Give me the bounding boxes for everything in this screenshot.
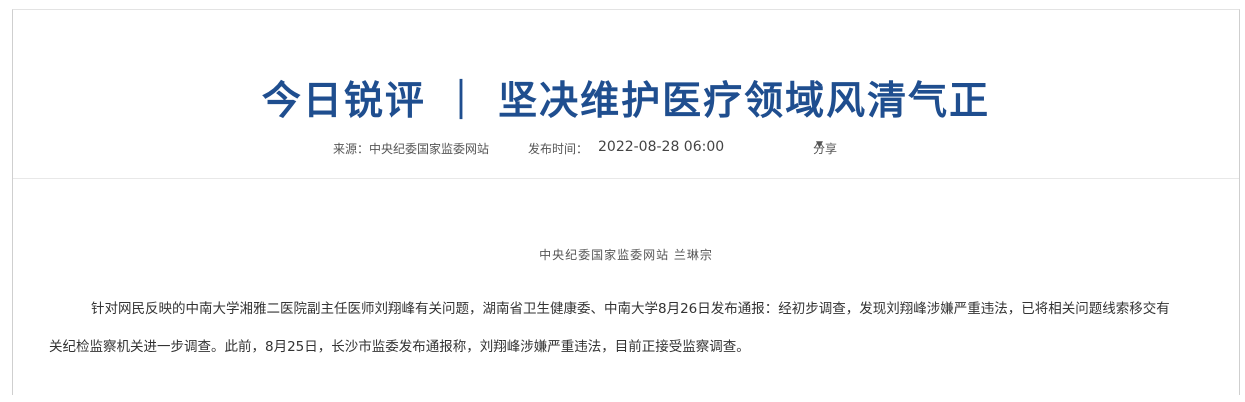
article-source: 来源：中央纪委国家监委网站 xyxy=(333,142,490,156)
article-byline: 中央纪委国家监委网站 兰琳宗 xyxy=(539,248,713,262)
article-meta: 来源：中央纪委国家监委网站 发布时间： 2022-08-28 06:00 分享 ▼ xyxy=(13,139,1239,160)
publish-time-label: 发布时间： xyxy=(528,142,589,156)
divider xyxy=(13,178,1239,179)
publish-time-value: 2022-08-28 06:00 xyxy=(598,139,725,155)
caret-down-icon: ▼ xyxy=(816,140,823,150)
article-title: 今日锐评 ｜ 坚决维护医疗领域风清气正 xyxy=(261,79,991,124)
article-page: 今日锐评 ｜ 坚决维护医疗领域风清气正 来源：中央纪委国家监委网站 发布时间： … xyxy=(12,9,1240,395)
article-body: 针对网民反映的中南大学湘雅二医院副主任医师刘翔峰有关问题，湖南省卫生健康委、中南… xyxy=(49,301,1170,355)
